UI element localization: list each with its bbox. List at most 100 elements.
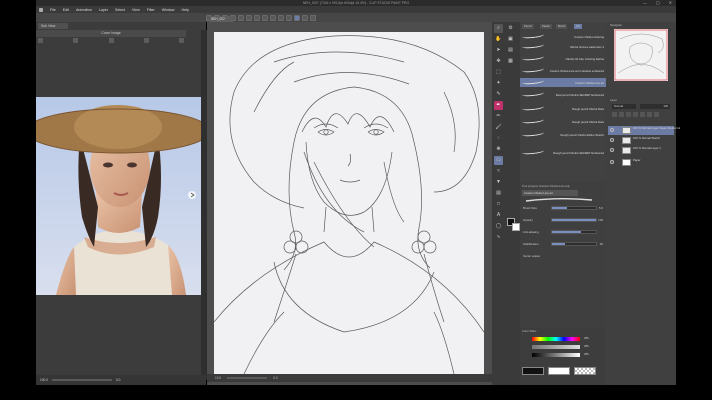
navigator-preview[interactable] xyxy=(614,29,668,81)
brush-size-row[interactable]: Brush Size 5.6 xyxy=(523,206,603,210)
deselect-button[interactable] xyxy=(270,14,276,21)
transform-button[interactable] xyxy=(262,14,268,21)
anti-aliasing-row[interactable]: Anti-aliasing xyxy=(523,230,603,234)
brush-item[interactable]: Okuha Oil Like Coloring Refine xyxy=(520,53,606,63)
move-tool-icon[interactable]: ✋ xyxy=(494,35,503,44)
selection-tool-icon[interactable]: ⬚ xyxy=(494,68,503,77)
visibility-eye-icon[interactable] xyxy=(610,128,614,132)
sub-tool-icon-2[interactable]: ▣ xyxy=(506,35,515,44)
stabilization-slider[interactable] xyxy=(551,242,597,246)
tab-brush[interactable]: Brush xyxy=(556,24,568,29)
brush-item[interactable]: Rough pencil Okuha SECRET Enhanced xyxy=(520,147,606,157)
sub-tool-icon-4[interactable]: ▦ xyxy=(506,57,515,66)
prev-image-icon[interactable] xyxy=(73,38,79,43)
anti-aliasing-selector[interactable] xyxy=(551,230,597,234)
vector-eraser-row[interactable]: Vector eraser xyxy=(523,254,603,258)
lock-icon[interactable] xyxy=(619,112,624,117)
canvas-zoom-slider[interactable] xyxy=(227,377,268,379)
gradient-tool-icon[interactable]: ▤ xyxy=(494,189,503,198)
canvas-paper[interactable] xyxy=(214,32,484,374)
new-raster-layer-icon[interactable] xyxy=(633,112,638,117)
visibility-eye-icon[interactable] xyxy=(610,138,614,142)
reference-layer-icon[interactable] xyxy=(626,112,631,117)
auto-select-tool-icon[interactable]: ✦ xyxy=(494,79,503,88)
settings-button[interactable] xyxy=(310,14,316,21)
tab-pencil[interactable]: Pencil xyxy=(522,24,534,29)
pencil-tool-icon[interactable]: ✏ xyxy=(494,112,503,121)
sub-color-chip[interactable] xyxy=(548,367,570,375)
sub-tool-icon-3[interactable]: ▤ xyxy=(506,46,515,55)
layer-item-selected[interactable]: 100 % Normal Layer Clean Okuha Ink xyxy=(608,126,680,135)
brush-item-selected[interactable]: Custom Okuha Line art xyxy=(520,77,606,87)
figure-tool-icon[interactable]: □ xyxy=(494,200,503,209)
blend-mode-select[interactable]: Normal xyxy=(612,104,636,109)
menu-edit[interactable]: Edit xyxy=(63,8,69,12)
main-color-chip[interactable] xyxy=(522,367,544,375)
zoom-tool-icon[interactable]: ⌕ xyxy=(494,24,503,33)
sub-view-tab[interactable]: Sub View xyxy=(38,23,68,29)
menu-select[interactable]: Select xyxy=(115,8,125,12)
tab-ink[interactable]: Ink xyxy=(574,24,582,29)
airbrush-tool-icon[interactable]: ◌ xyxy=(494,134,503,143)
clear-button[interactable] xyxy=(246,14,252,21)
brush-item[interactable]: Rough pencil Okuha Dark xyxy=(520,103,606,113)
saturation-slider[interactable] xyxy=(532,345,580,349)
snap-grid-button[interactable] xyxy=(286,14,292,21)
layer-item[interactable]: Paper xyxy=(608,158,674,167)
menu-layer[interactable]: Layer xyxy=(99,8,108,12)
stabilization-row[interactable]: Stabilization 20 xyxy=(523,242,603,246)
import-icon[interactable] xyxy=(38,38,43,43)
layer-opacity-field[interactable]: 100 xyxy=(640,104,670,109)
brush-size-slider[interactable] xyxy=(551,206,597,210)
opacity-slider[interactable] xyxy=(551,218,597,222)
eyedropper-icon[interactable] xyxy=(179,38,184,43)
decoration-tool-icon[interactable]: ❋ xyxy=(494,145,503,154)
correct-line-tool-icon[interactable]: ∿ xyxy=(494,233,503,242)
opacity-row[interactable]: Opacity 100 xyxy=(523,218,603,222)
new-folder-icon[interactable] xyxy=(647,112,652,117)
menu-filter[interactable]: Filter xyxy=(147,8,155,12)
eyedropper-tool-icon[interactable]: ✎ xyxy=(494,90,503,99)
layer-item[interactable]: 100 % Normal Sketch xyxy=(608,136,674,145)
balloon-tool-icon[interactable]: ◯ xyxy=(494,222,503,231)
snap-point-button[interactable] xyxy=(302,14,308,21)
main-sub-color[interactable] xyxy=(507,218,520,232)
canvas-tab[interactable]: NEH_002 xyxy=(209,16,233,22)
text-tool-icon[interactable]: A xyxy=(494,211,503,220)
snap-special-ruler-button[interactable] xyxy=(294,14,300,21)
menu-help[interactable]: Help xyxy=(182,8,189,12)
sub-tool-icon-1[interactable]: ⚙ xyxy=(506,24,515,33)
app-icon[interactable] xyxy=(39,7,43,12)
next-image-icon[interactable] xyxy=(108,38,114,43)
redo-button[interactable] xyxy=(238,14,244,21)
eraser-tool-icon[interactable]: ▭ xyxy=(494,156,503,165)
clip-layer-icon[interactable] xyxy=(612,112,617,117)
hue-slider[interactable] xyxy=(532,337,580,341)
fill-tool-icon[interactable]: ▼ xyxy=(494,178,503,187)
delete-layer-icon[interactable] xyxy=(654,112,659,117)
brush-item[interactable]: Custom Okuha Line art 2 window enhanced xyxy=(520,65,606,75)
blend-tool-icon[interactable]: ≈ xyxy=(494,167,503,176)
sub-view-zoom-slider[interactable] xyxy=(51,379,112,381)
operation-tool-icon[interactable]: ➤ xyxy=(494,46,503,55)
value-slider[interactable] xyxy=(532,353,580,357)
new-vector-layer-icon[interactable] xyxy=(640,112,645,117)
visibility-eye-icon[interactable] xyxy=(610,160,614,164)
brush-item[interactable]: Rough pencil Okuha Dark xyxy=(520,116,606,126)
fill-button[interactable] xyxy=(254,14,260,21)
menu-animation[interactable]: Animation xyxy=(76,8,92,12)
brush-item[interactable]: Custom Okuha Coloring xyxy=(520,31,606,41)
menu-view[interactable]: View xyxy=(132,8,140,12)
delete-image-icon[interactable] xyxy=(143,38,149,43)
brush-item[interactable]: Rough pencil Okuha Refine Sketch xyxy=(520,129,606,139)
transparent-color-chip[interactable] xyxy=(574,367,596,375)
visibility-eye-icon[interactable] xyxy=(610,148,614,152)
brush-item[interactable]: Okuha Grimes watercolor 2 xyxy=(520,41,606,51)
menu-window[interactable]: Window xyxy=(162,8,175,12)
layer-item[interactable]: 100 % Normal Layer 1 xyxy=(608,146,674,155)
sub-color-swatch[interactable] xyxy=(512,223,520,231)
pen-tool-icon[interactable]: ✒ xyxy=(494,101,503,110)
brush-item[interactable]: Real pencil Okuha SECRET Enhanced xyxy=(520,89,606,99)
move-layer-tool-icon[interactable]: ✥ xyxy=(494,57,503,66)
snap-ruler-button[interactable] xyxy=(278,14,284,21)
